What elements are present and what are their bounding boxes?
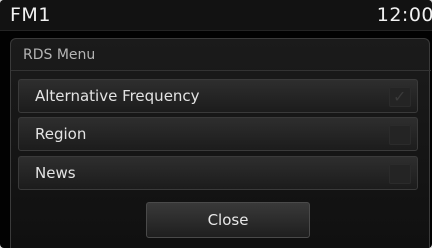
check-icon: ✓	[393, 87, 407, 106]
checkbox-icon[interactable]	[389, 125, 411, 145]
radio-screen: FM1 12:00 RDS Menu Alternative Frequency…	[0, 0, 432, 248]
source-label: FM1	[10, 4, 51, 26]
checkbox-icon[interactable]	[389, 164, 411, 184]
clock: 12:00	[376, 4, 432, 26]
menu-item-news[interactable]: News	[18, 156, 418, 190]
menu-item-label: News	[35, 164, 76, 182]
menu-item-region[interactable]: Region	[18, 117, 418, 151]
menu-item-label: Alternative Frequency	[35, 87, 200, 105]
menu-item-alternative-frequency[interactable]: Alternative Frequency ✓	[18, 79, 418, 113]
status-bar: FM1 12:00	[0, 0, 432, 31]
divider	[11, 70, 431, 71]
checkbox-icon[interactable]: ✓	[389, 87, 411, 107]
dialog-title: RDS Menu	[23, 47, 96, 63]
close-button[interactable]: Close	[146, 202, 310, 238]
menu-item-label: Region	[35, 125, 87, 143]
